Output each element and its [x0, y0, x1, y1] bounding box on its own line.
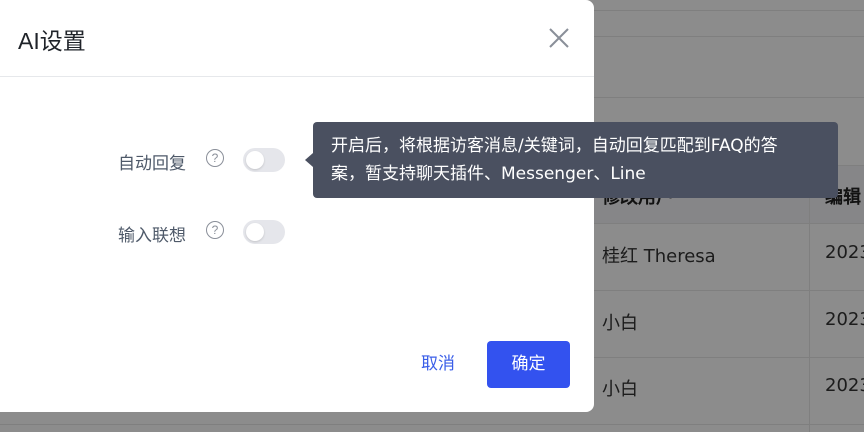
- dialog-header: AI设置: [0, 0, 594, 77]
- ai-settings-dialog: AI设置 自动回复 ? 输入联想 ? 取消 确定: [0, 0, 594, 412]
- auto-reply-tooltip: 开启后，将根据访客消息/关键词，自动回复匹配到FAQ的答 案，暂支持聊天插件、M…: [313, 122, 838, 198]
- question-circle-icon[interactable]: ?: [206, 221, 224, 239]
- dialog-title: AI设置: [18, 28, 86, 54]
- tooltip-line: 开启后，将根据访客消息/关键词，自动回复匹配到FAQ的答: [331, 136, 778, 156]
- auto-reply-switch[interactable]: [243, 148, 285, 172]
- input-suggest-label: 输入联想: [118, 226, 186, 246]
- switch-knob: [246, 151, 264, 169]
- auto-reply-label: 自动回复: [118, 154, 186, 174]
- input-suggest-switch[interactable]: [243, 220, 285, 244]
- confirm-button[interactable]: 确定: [487, 341, 570, 388]
- input-suggest-row: 输入联想 ?: [0, 217, 594, 247]
- tooltip-line: 案，暂支持聊天插件、Messenger、Line: [331, 164, 646, 184]
- close-icon: [549, 28, 569, 48]
- tooltip-arrow: [305, 153, 313, 167]
- switch-knob: [246, 223, 264, 241]
- cancel-button[interactable]: 取消: [410, 344, 466, 384]
- close-button[interactable]: [547, 26, 571, 50]
- question-circle-icon[interactable]: ?: [206, 149, 224, 167]
